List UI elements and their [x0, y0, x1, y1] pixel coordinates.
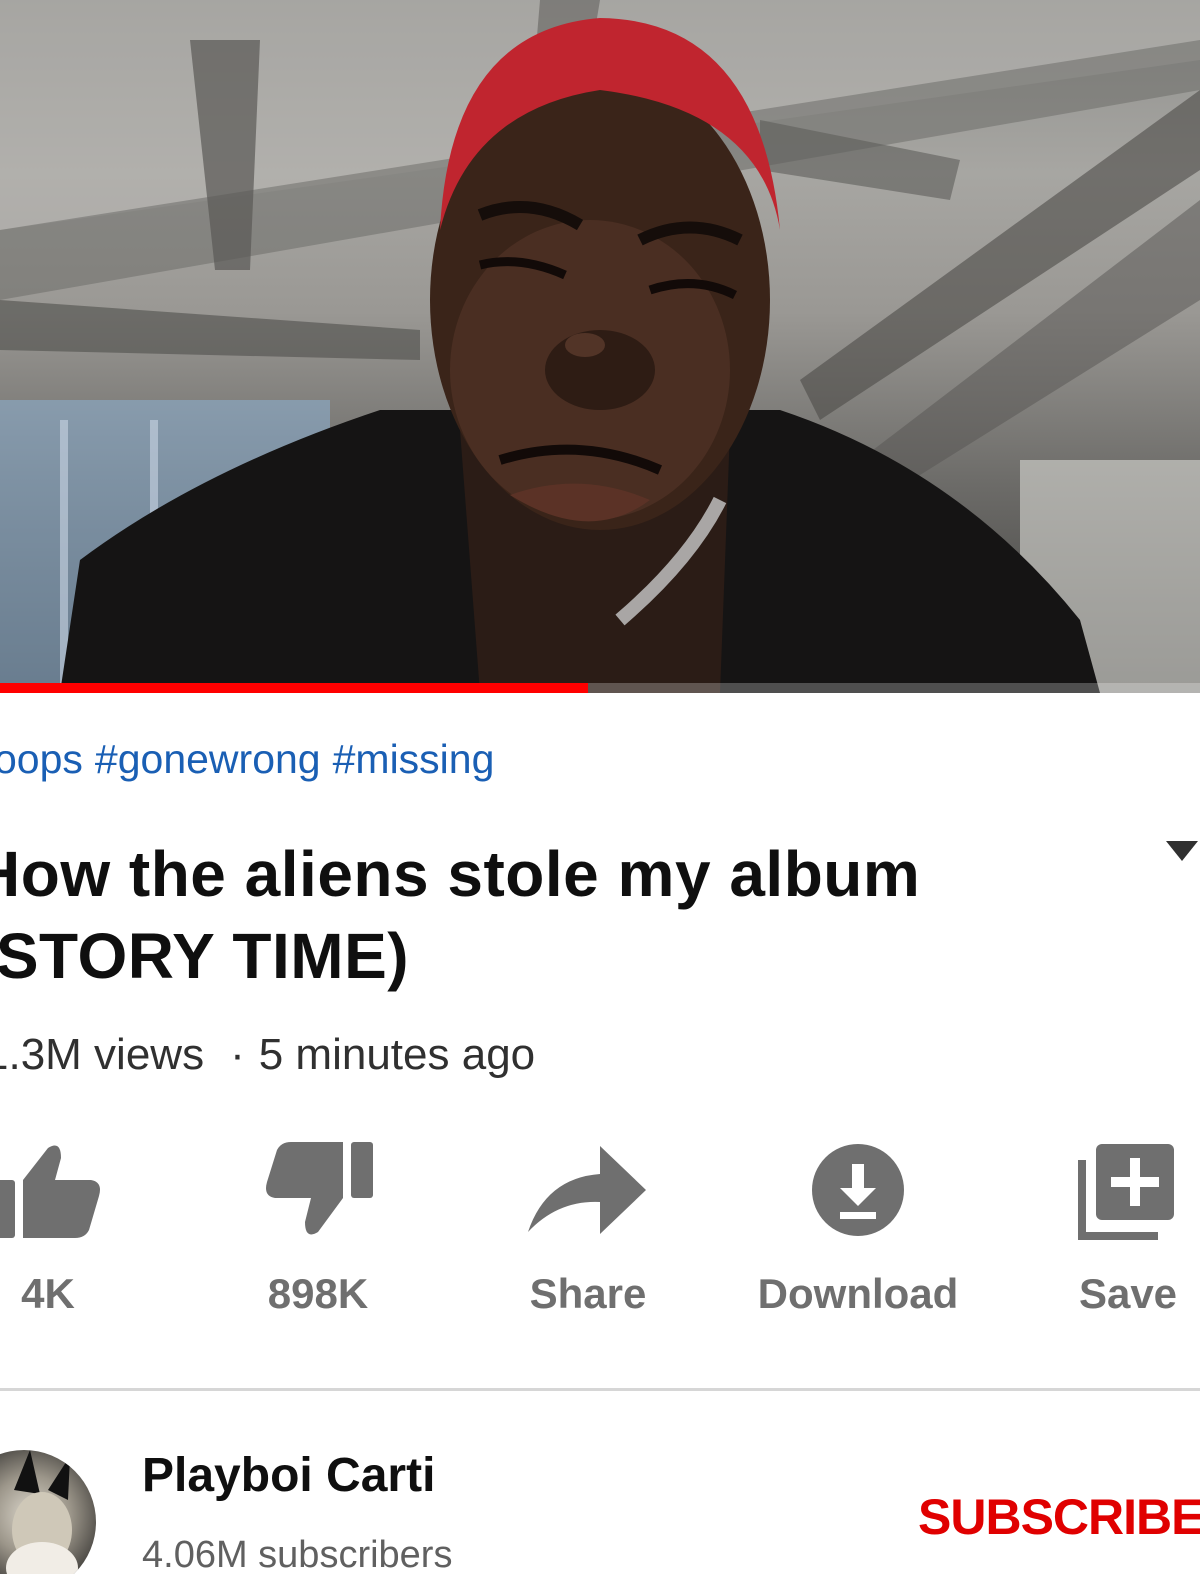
- share-label: Share: [529, 1270, 647, 1317]
- download-label: Download: [757, 1270, 959, 1317]
- video-meta: 1.3M views · 5 minutes ago: [0, 1030, 535, 1080]
- section-divider: [0, 1388, 1200, 1391]
- video-frame-image: [0, 0, 1200, 693]
- save-button[interactable]: Save: [1008, 1140, 1200, 1318]
- thumbs-down-icon: [198, 1140, 438, 1240]
- hashtag-row: oops #gonewrong #missing: [0, 736, 506, 783]
- hashtag-link[interactable]: oops: [0, 736, 83, 782]
- thumbs-up-icon: [0, 1140, 168, 1240]
- like-count: 4K: [21, 1270, 75, 1317]
- download-icon: [738, 1140, 978, 1240]
- channel-avatar[interactable]: [0, 1450, 96, 1574]
- subscribe-button[interactable]: SUBSCRIBE: [918, 1488, 1200, 1546]
- subscriber-count: 4.06M subscribers: [142, 1534, 453, 1574]
- meta-separator: ·: [230, 1030, 245, 1079]
- channel-name[interactable]: Playboi Carti: [142, 1448, 435, 1503]
- view-count: 1.3M views: [0, 1030, 205, 1079]
- add-to-playlist-icon: [1008, 1140, 1200, 1240]
- video-progress-fill: [0, 683, 588, 693]
- video-title-line: How the aliens stole my album: [0, 838, 921, 910]
- hashtag-link[interactable]: #missing: [333, 736, 495, 782]
- video-player[interactable]: [0, 0, 1200, 693]
- like-button[interactable]: 4K: [0, 1140, 168, 1318]
- share-arrow-icon: [468, 1140, 708, 1240]
- hashtag-link[interactable]: #gonewrong: [95, 736, 321, 782]
- video-title-line: (STORY TIME): [0, 920, 410, 992]
- video-title[interactable]: How the aliens stole my album (STORY TIM…: [0, 833, 1094, 997]
- dislike-count: 898K: [267, 1270, 369, 1317]
- download-button[interactable]: Download: [738, 1140, 978, 1318]
- video-progress-bar[interactable]: [0, 683, 1200, 693]
- upload-time: 5 minutes ago: [258, 1030, 536, 1079]
- expand-description-icon[interactable]: [1166, 841, 1198, 861]
- dislike-button[interactable]: 898K: [198, 1140, 438, 1318]
- share-button[interactable]: Share: [468, 1140, 708, 1318]
- watch-page: oops #gonewrong #missing How the aliens st…: [0, 0, 1200, 1574]
- save-label: Save: [1078, 1270, 1178, 1317]
